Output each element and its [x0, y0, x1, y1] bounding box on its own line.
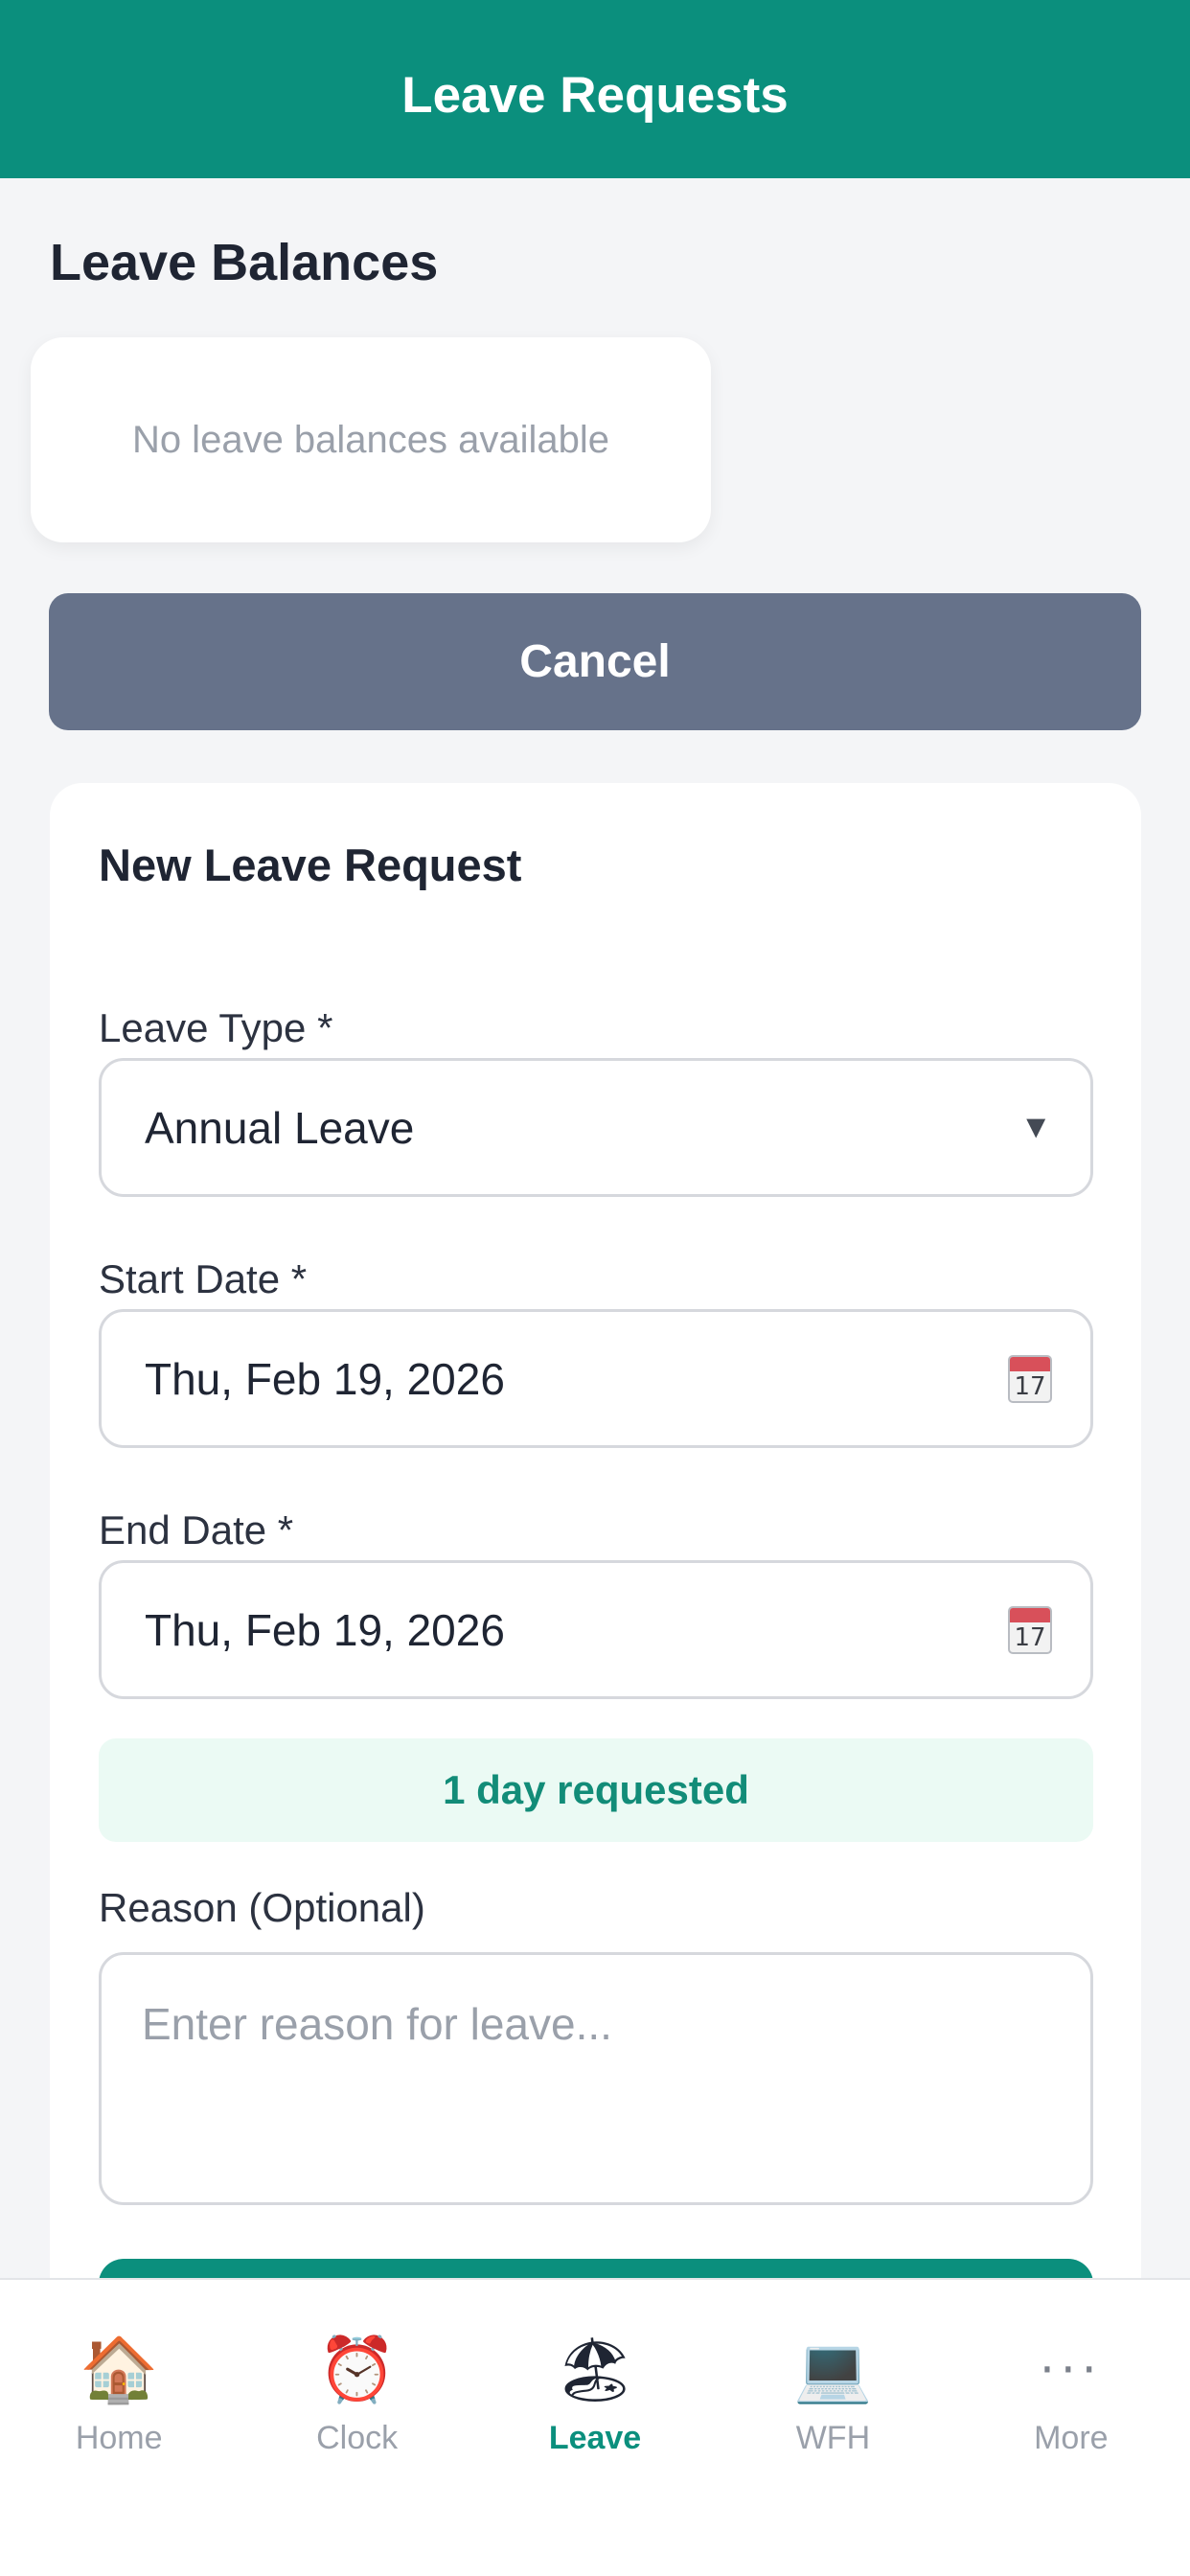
start-date-label: Start Date *: [99, 1256, 308, 1301]
app-header: Leave Requests: [0, 0, 1190, 178]
leave-type-select[interactable]: Annual Leave ▼: [99, 1058, 1093, 1197]
tab-clock-label: Clock: [316, 2420, 399, 2456]
tab-clock[interactable]: ⏰ Clock: [238, 2280, 475, 2576]
house-icon: 🏠: [80, 2333, 159, 2406]
beach-umbrella-icon: 🏖: [555, 2333, 635, 2406]
start-date-value: Thu, Feb 19, 2026: [145, 1353, 505, 1404]
calendar-icon[interactable]: 17: [1008, 1354, 1052, 1403]
days-requested-banner: 1 day requested: [99, 1738, 1093, 1842]
dropdown-arrow-icon: ▼: [1019, 1109, 1052, 1145]
end-date-value: Thu, Feb 19, 2026: [145, 1604, 505, 1655]
alarm-clock-icon: ⏰: [317, 2333, 397, 2406]
reason-label: Reason (Optional): [99, 1885, 425, 1930]
start-date-field[interactable]: Thu, Feb 19, 2026 17: [99, 1309, 1093, 1448]
leave-type-value: Annual Leave: [145, 1102, 415, 1153]
form-title: New Leave Request: [99, 840, 522, 890]
new-leave-request-card: New Leave Request Leave Type * Annual Le…: [50, 783, 1141, 2316]
tab-home[interactable]: 🏠 Home: [0, 2280, 238, 2576]
leave-balances-card: No leave balances available: [31, 337, 711, 542]
end-date-field[interactable]: Thu, Feb 19, 2026 17: [99, 1560, 1093, 1699]
tab-leave[interactable]: 🏖 Leave: [476, 2280, 714, 2576]
tab-more[interactable]: ··· More: [952, 2280, 1190, 2576]
reason-textarea[interactable]: [99, 1952, 1093, 2205]
more-dots-icon: ···: [1039, 2342, 1103, 2398]
tab-leave-label: Leave: [548, 2420, 642, 2456]
tab-wfh-label: WFH: [795, 2420, 871, 2456]
page-title: Leave Requests: [401, 66, 789, 124]
laptop-icon: 💻: [793, 2333, 873, 2406]
leave-type-label: Leave Type *: [99, 1005, 333, 1050]
calendar-icon[interactable]: 17: [1008, 1605, 1052, 1654]
tab-wfh[interactable]: 💻 WFH: [714, 2280, 951, 2576]
no-balances-text: No leave balances available: [131, 418, 610, 461]
bottom-tab-bar: 🏠 Home ⏰ Clock 🏖 Leave 💻 WFH ··· More: [0, 2278, 1190, 2576]
tab-more-label: More: [1034, 2420, 1109, 2456]
leave-balances-title: Leave Balances: [50, 234, 439, 291]
end-date-label: End Date *: [99, 1507, 294, 1552]
cancel-button[interactable]: Cancel: [49, 593, 1141, 730]
tab-home-label: Home: [75, 2420, 163, 2456]
